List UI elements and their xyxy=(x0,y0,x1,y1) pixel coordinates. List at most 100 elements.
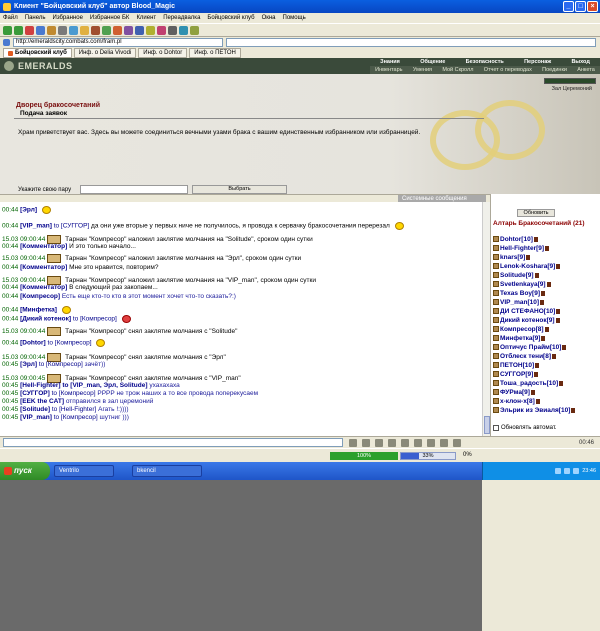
refresh-icon[interactable] xyxy=(36,25,45,35)
user-item[interactable]: knars[9] xyxy=(493,254,531,262)
menu-help[interactable]: Помощь xyxy=(283,13,306,23)
address-field-extension[interactable] xyxy=(226,37,596,47)
mail-icon[interactable] xyxy=(135,25,144,35)
shop-icon[interactable] xyxy=(146,25,155,35)
user-name[interactable]: ФУРма[9] xyxy=(500,389,530,396)
user-item[interactable]: СУГГОР[9] xyxy=(493,371,539,379)
user-name[interactable]: Texas Boy[9] xyxy=(500,290,540,297)
menu-favorites-bk[interactable]: Избранное БК xyxy=(90,13,130,23)
info-icon[interactable] xyxy=(559,380,564,386)
menu-file[interactable]: Файл xyxy=(3,13,18,23)
tab-info-dohtor[interactable]: Инф. о Dohtor xyxy=(138,48,188,58)
user-name[interactable]: х-клон-х[8] xyxy=(500,398,535,405)
info-icon[interactable] xyxy=(571,407,576,413)
settings-icon[interactable] xyxy=(168,25,177,35)
chat-nick[interactable]: [Комментатор] xyxy=(20,243,67,250)
tools-icon[interactable] xyxy=(190,25,199,35)
chat-nick[interactable]: [Hell-Fighter] xyxy=(20,382,60,389)
map-icon[interactable] xyxy=(102,25,111,35)
info-icon[interactable] xyxy=(526,254,531,260)
fight-icon[interactable] xyxy=(113,25,122,35)
nav-duels[interactable]: Поединки xyxy=(542,66,567,74)
menu-client[interactable]: Клиент xyxy=(136,13,156,23)
choose-button[interactable]: Выбрать xyxy=(192,185,287,194)
user-name[interactable]: Svetlenkaya[9] xyxy=(500,281,546,288)
nav-knowledge[interactable]: Знания xyxy=(380,58,400,66)
address-input[interactable]: http://emeraldscity.combats.com/fram.pl xyxy=(13,37,223,47)
user-name[interactable]: Оптичус Прайм[10] xyxy=(500,344,561,351)
exit-icon[interactable] xyxy=(453,438,461,447)
user-item[interactable]: Solitude[9] xyxy=(493,272,539,280)
chat-recipient[interactable]: to [СУГГОР] xyxy=(54,223,90,230)
search-icon[interactable] xyxy=(69,25,78,35)
user-name[interactable]: Solitude[9] xyxy=(500,272,534,279)
info-icon[interactable] xyxy=(556,308,561,314)
chat-recipient[interactable]: to [Hell-Fighter] xyxy=(52,406,96,413)
chat-recipient[interactable]: to [VIP_man, Эрл, Solitude] xyxy=(62,382,147,389)
chat-nick[interactable]: [Эрл] xyxy=(20,207,37,214)
nav-transfer-report[interactable]: Отчет о переводах xyxy=(484,66,532,74)
info-icon[interactable] xyxy=(541,335,546,341)
user-name[interactable]: Тоша_радость[10] xyxy=(500,380,558,387)
chat-scrollbar[interactable] xyxy=(482,202,490,436)
info-icon[interactable] xyxy=(555,317,560,323)
user-item[interactable]: Тоша_радость[10] xyxy=(493,380,564,388)
info-icon[interactable] xyxy=(562,344,567,350)
info-icon[interactable] xyxy=(179,25,188,35)
user-name[interactable]: Компресор[8] xyxy=(500,326,544,333)
chat-nick[interactable]: [Минфетка] xyxy=(20,307,57,314)
send-icon[interactable] xyxy=(349,438,357,447)
tab-fight-club[interactable]: Бойцовский клуб xyxy=(3,48,72,58)
user-item[interactable]: Компресор[8] xyxy=(493,326,549,334)
refresh-button[interactable]: Обновить xyxy=(517,209,555,217)
scroll-icon[interactable] xyxy=(440,438,448,447)
info-icon[interactable] xyxy=(540,299,545,305)
nav-profile[interactable]: Анкета xyxy=(577,66,595,74)
nav-communication[interactable]: Общение xyxy=(420,58,445,66)
info-icon[interactable] xyxy=(552,353,557,359)
chat-nick[interactable]: [Компресор] xyxy=(20,293,60,300)
chat-nick[interactable]: [Solitude] xyxy=(20,406,50,413)
smiley-picker-icon[interactable] xyxy=(375,438,383,447)
info-icon[interactable] xyxy=(556,263,561,269)
user-name[interactable]: ПЕТОН[10] xyxy=(500,362,534,369)
user-name[interactable]: Lenok-Koshara[9] xyxy=(500,263,555,270)
info-icon[interactable] xyxy=(533,236,538,242)
inventory-icon[interactable] xyxy=(91,25,100,35)
user-name[interactable]: Эльрик из Эвиаля[10] xyxy=(500,407,570,414)
tab-info-peton[interactable]: Инф. о ПЕТОН xyxy=(189,48,241,58)
back-icon[interactable] xyxy=(3,25,12,35)
stop-icon[interactable] xyxy=(25,25,34,35)
close-button[interactable]: × xyxy=(587,1,598,12)
user-item[interactable]: Dohtor[10] xyxy=(493,236,538,244)
chat-input[interactable] xyxy=(3,438,343,447)
menu-fight-club[interactable]: Бойцовский клуб xyxy=(207,13,254,23)
user-item[interactable]: Hell-Fighter[9] xyxy=(493,245,550,253)
user-item[interactable]: ПЕТОН[10] xyxy=(493,362,540,370)
chat-recipient[interactable]: to [Компресор] xyxy=(52,390,96,397)
user-item[interactable]: Svetlenkaya[9] xyxy=(493,281,551,289)
nav-security[interactable]: Безопасность xyxy=(466,58,504,66)
chat-recipient[interactable]: to [Компресор] xyxy=(48,340,92,347)
start-button[interactable]: пуск xyxy=(0,462,50,480)
tab-info-delia[interactable]: Инф. о Delia Vivodi xyxy=(73,48,137,58)
favorites-icon[interactable] xyxy=(80,25,89,35)
tray-icon[interactable] xyxy=(555,468,562,474)
user-item[interactable]: Lenok-Koshara[9] xyxy=(493,263,561,271)
print-icon[interactable] xyxy=(58,25,67,35)
tray-icon[interactable] xyxy=(573,468,580,474)
info-icon[interactable] xyxy=(544,326,549,332)
chat-recipient[interactable]: to [Компресор] xyxy=(39,361,83,368)
user-item[interactable]: Эльрик из Эвиаля[10] xyxy=(493,407,576,415)
user-name[interactable]: СУГГОР[9] xyxy=(500,371,533,378)
task-ventrilo[interactable]: Ventrilo xyxy=(54,465,114,477)
user-item[interactable]: Минфетка[9] xyxy=(493,335,546,343)
user-name[interactable]: Отблеск тени[8] xyxy=(500,353,551,360)
user-item[interactable]: Оптичус Прайм[10] xyxy=(493,344,567,352)
room-name[interactable]: Зал Церемоний xyxy=(552,86,592,92)
chat-nick[interactable]: [СУГГОР] xyxy=(20,390,50,397)
user-name[interactable]: Минфетка[9] xyxy=(500,335,540,342)
nav-scroll[interactable]: Мой Скролл xyxy=(442,66,473,74)
clear-icon[interactable] xyxy=(362,438,370,447)
nav-exit[interactable]: Выход xyxy=(571,58,589,66)
